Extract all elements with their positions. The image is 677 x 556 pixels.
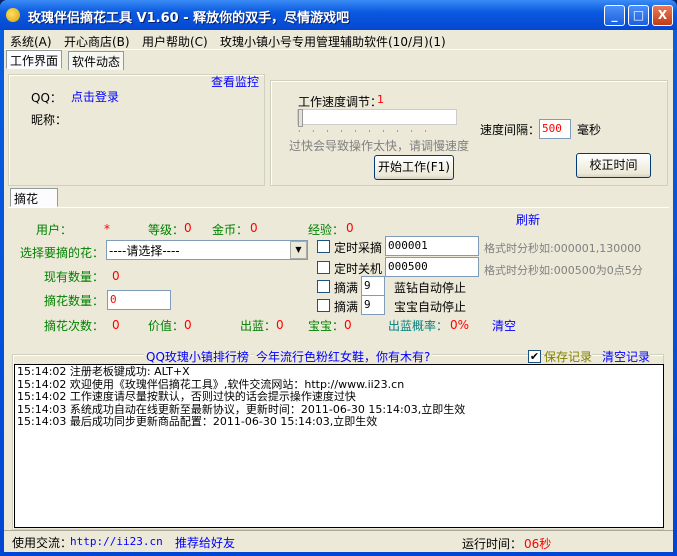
minimize-button[interactable]: _ [604,5,625,26]
blue-rate-value: 0% [450,318,470,332]
select-flower-label: 选择要摘的花： [20,246,105,260]
login-panel: QQ： 点击登录 昵称： 查看监控 [8,74,265,186]
exchange-label: 使用交流： [12,536,73,550]
menu-bar: 系统(A) 开心商店(B) 用户帮助(C) 玫瑰小镇小号专用管理辅助软件(10/… [4,30,673,50]
maximize-button[interactable]: □ [628,5,649,26]
user-label: 用户： [36,223,73,237]
promo-link[interactable]: 今年流行色粉红女鞋，你有木有? [254,348,433,365]
recommend-link[interactable]: 推荐给好友 [175,534,235,551]
app-icon [6,8,20,22]
slider-thumb[interactable] [298,109,303,127]
blue-stop-input[interactable]: 9 [361,276,385,296]
divider [8,207,669,208]
level-label: 等级： [148,223,185,237]
have-qty-value: 0 [112,269,120,283]
speed-panel: 工作速度调节： 1 ·········· 过快会导致操作太快，请调慢速度 速度间… [270,80,668,186]
runtime-label: 运行时间： [462,537,523,551]
log-textbox[interactable]: 15:14:02 注册老板键成功: ALT+X 15:14:02 欢迎使用《玫瑰… [14,364,664,528]
timed-pick-label: 定时采摘 [334,241,383,255]
baby-stop-full-label: 摘满 [334,300,359,314]
timed-pick-hint: 格式时分秒如:000001,130000 [484,242,642,255]
baby-stop-input[interactable]: 9 [361,295,385,315]
have-qty-label: 现有数量： [44,270,105,284]
save-log-label: 保存记录 [544,348,593,365]
calibrate-time-button[interactable]: 校正时间 [576,153,651,178]
qq-label: QQ： [31,91,62,105]
timed-shutdown-hint: 格式时分秒如:000500为0点5分 [484,264,643,277]
title-bar[interactable]: 玫瑰伴侣摘花工具 V1.60 - 释放你的双手，尽情游戏吧 _ □ X [0,0,677,30]
log-line: 15:14:02 工作速度请尽量按默认，否则过快的话会提示操作速度过快 [17,390,356,403]
flower-select-value: ----请选择---- [109,244,180,258]
chevron-down-icon[interactable]: ▼ [290,241,307,259]
pick-count-label: 摘花次数： [44,319,105,333]
exp-value: 0 [346,221,354,235]
menu-help[interactable]: 用户帮助(C) [142,33,208,50]
worth-label: 价值： [148,319,185,333]
baby-label: 宝宝： [308,319,345,333]
worth-value: 0 [184,318,192,332]
interval-label: 速度间隔： [480,123,541,137]
start-work-button[interactable]: 开始工作(F1) [374,155,454,180]
monitor-link[interactable]: 查看监控 [211,73,259,90]
exp-label: 经验： [308,223,345,237]
app-window: 玫瑰伴侣摘花工具 V1.60 - 释放你的双手，尽情游戏吧 _ □ X 系统(A… [0,0,677,556]
pick-count-value: 0 [112,318,120,332]
blue-label: 出蓝： [240,319,277,333]
log-line: 15:14:02 注册老板键成功: ALT+X [17,365,190,378]
blue-stop-full-label: 摘满 [334,281,359,295]
exchange-link[interactable]: http://ii23.cn [70,535,163,548]
log-line: 15:14:03 最后成功同步更新商品配置：2011-06-30 15:14:0… [17,415,378,428]
speed-value: 1 [377,93,384,106]
client-area: 系统(A) 开心商店(B) 用户帮助(C) 玫瑰小镇小号专用管理辅助软件(10/… [4,30,673,552]
blue-stop-checkbox[interactable] [317,280,330,293]
blue-stop-label: 蓝钻自动停止 [394,281,467,295]
pick-qty-label: 摘花数量： [44,294,105,308]
level-value: 0 [184,221,192,235]
blue-rate-label: 出蓝概率： [388,319,449,333]
blue-value: 0 [276,318,284,332]
speed-warning: 过快会导致操作太快，请调慢速度 [289,139,470,153]
nickname-label: 昵称： [31,113,68,127]
baby-stop-label: 宝宝自动停止 [394,300,467,314]
menu-manager-software[interactable]: 玫瑰小镇小号专用管理辅助软件(10/月)(1) [220,33,446,50]
timed-shutdown-input[interactable]: 000500 [385,257,479,277]
refresh-link[interactable]: 刷新 [516,211,540,228]
runtime-value: 06秒 [524,537,552,551]
tab-work[interactable]: 工作界面 [6,50,63,69]
gold-value: 0 [250,221,258,235]
user-value: * [104,222,110,236]
timed-shutdown-label: 定时关机 [334,262,383,276]
gold-label: 金币： [212,223,249,237]
timed-shutdown-checkbox[interactable] [317,261,330,274]
baby-stop-checkbox[interactable] [317,299,330,312]
clear-stats-link[interactable]: 清空 [492,317,516,334]
ranking-link[interactable]: QQ玫瑰小镇排行榜 [144,348,251,365]
speed-label: 工作速度调节： [298,95,383,109]
status-bar: 使用交流： http://ii23.cn 推荐给好友 运行时间： 06秒 [4,530,673,552]
interval-input[interactable]: 500 [539,119,571,139]
tab-news[interactable]: 软件动态 [68,51,125,70]
login-link[interactable]: 点击登录 [71,88,119,105]
speed-slider[interactable] [297,109,457,127]
tab-pick[interactable]: 摘花 [10,188,58,207]
interval-unit: 毫秒 [577,123,602,137]
timed-pick-checkbox[interactable] [317,240,330,253]
slider-ticks: ·········· [298,127,439,136]
pick-qty-input[interactable]: 0 [107,290,171,310]
save-log-checkbox[interactable]: ✔ [528,350,541,363]
timed-pick-input[interactable]: 000001 [385,236,479,256]
baby-value: 0 [344,318,352,332]
clear-log-link[interactable]: 清空记录 [602,348,651,365]
menu-system[interactable]: 系统(A) [10,33,52,50]
menu-shop[interactable]: 开心商店(B) [64,33,130,50]
flower-select[interactable]: ----请选择---- ▼ [106,240,308,260]
close-button[interactable]: X [652,5,673,26]
window-title: 玫瑰伴侣摘花工具 V1.60 - 释放你的双手，尽情游戏吧 [28,11,350,26]
